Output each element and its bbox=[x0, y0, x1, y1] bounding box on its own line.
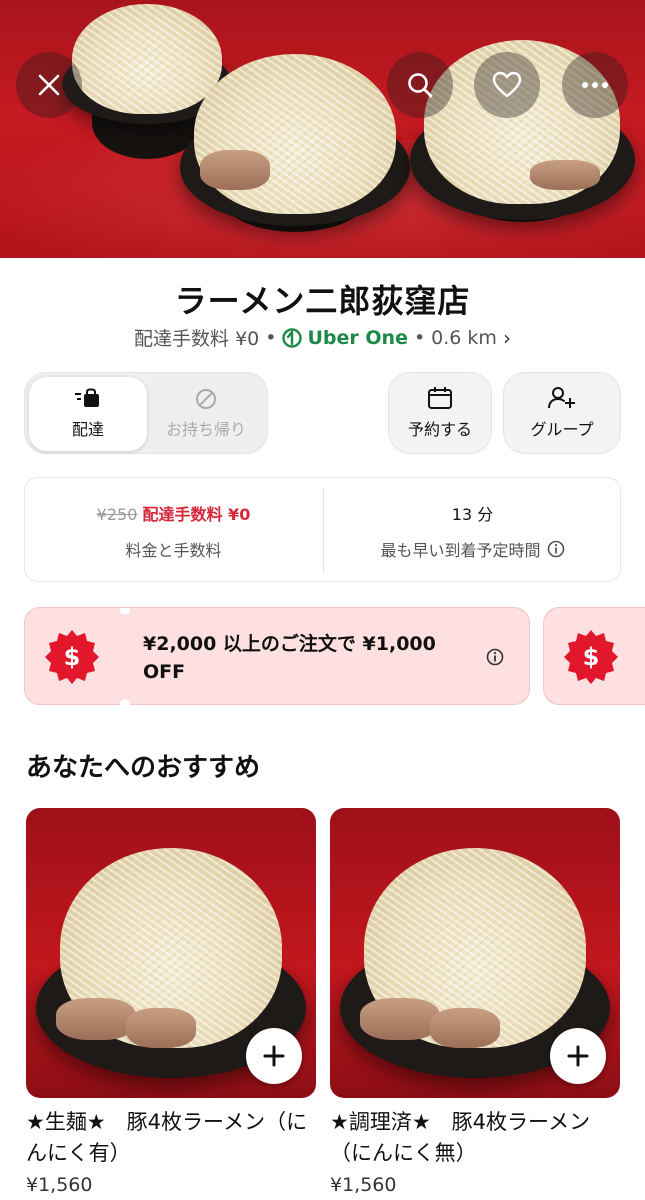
more-icon bbox=[582, 82, 608, 88]
store-name: ラーメン二郎荻窪店 bbox=[174, 282, 471, 320]
recommended-section-title: あなたへのおすすめ bbox=[26, 753, 261, 783]
calendar-icon bbox=[428, 387, 452, 409]
discount-badge-symbol: $ bbox=[582, 643, 600, 671]
favorite-button[interactable] bbox=[474, 52, 540, 118]
menu-item-name[interactable]: ★生麺★ 豚4枚ラーメン（にんにく有） bbox=[26, 1107, 318, 1169]
ticket-notch bbox=[120, 608, 130, 706]
menu-item-price: ¥1,560 bbox=[330, 1174, 397, 1196]
plus-icon bbox=[567, 1045, 589, 1067]
pickup-option-label: お持ち帰り bbox=[165, 420, 246, 439]
search-button[interactable] bbox=[387, 52, 453, 118]
delivery-fee-text: 配達手数料 ¥0 bbox=[134, 328, 260, 350]
menu-item-name[interactable]: ★調理済★ 豚4枚ラーメン（にんにく無） bbox=[330, 1107, 622, 1169]
delivery-option[interactable]: 配達 bbox=[29, 377, 147, 451]
promo-text: ¥2,000 以上のご注文で ¥1,000 OFF bbox=[143, 633, 436, 683]
menu-item-image[interactable] bbox=[26, 808, 316, 1098]
eta-column[interactable]: 13 分 最も早い到着予定時間 bbox=[324, 478, 621, 583]
separator-dot: • bbox=[413, 326, 426, 349]
store-hero-image bbox=[0, 0, 645, 258]
group-label: グループ bbox=[530, 420, 594, 439]
schedule-label: 予約する bbox=[407, 420, 472, 439]
plus-icon bbox=[263, 1045, 285, 1067]
add-person-icon bbox=[548, 387, 575, 409]
fee-column[interactable]: ¥250 配達手数料 ¥0 料金と手数料 bbox=[25, 478, 322, 583]
pickup-option[interactable]: お持ち帰り bbox=[147, 377, 265, 451]
separator-dot: • bbox=[265, 326, 277, 349]
close-button[interactable] bbox=[16, 52, 82, 118]
ramen-bowl-image bbox=[180, 50, 410, 232]
delivery-info-card: ¥250 配達手数料 ¥0 料金と手数料 13 分 最も早い到着予定時間 bbox=[24, 477, 621, 582]
discount-badge-symbol: $ bbox=[63, 643, 81, 671]
uber-one-label: Uber One bbox=[282, 326, 408, 349]
group-order-button[interactable]: グループ bbox=[503, 372, 621, 454]
discounted-fee: 配達手数料 ¥0 bbox=[142, 504, 251, 524]
add-item-button[interactable] bbox=[246, 1028, 302, 1084]
search-icon bbox=[408, 73, 433, 98]
schedule-button[interactable]: 予約する bbox=[388, 372, 492, 454]
unavailable-icon bbox=[196, 389, 216, 409]
info-icon[interactable] bbox=[486, 648, 504, 666]
more-options-button[interactable] bbox=[562, 52, 628, 118]
uber-one-icon bbox=[282, 327, 303, 348]
fee-label: 料金と手数料 bbox=[125, 540, 222, 560]
uber-one-text: Uber One bbox=[307, 326, 408, 349]
distance-text: 0.6 km bbox=[431, 326, 497, 349]
info-icon[interactable] bbox=[547, 540, 565, 558]
store-meta-row[interactable]: 配達手数料 ¥0 • Uber One • 0.6 km › bbox=[0, 324, 645, 351]
close-icon bbox=[38, 74, 60, 96]
delivery-bag-icon bbox=[75, 388, 99, 407]
eta-label-row: 最も早い到着予定時間 bbox=[380, 537, 564, 561]
eta-value: 13 分 bbox=[451, 504, 494, 524]
menu-item-image[interactable] bbox=[330, 808, 620, 1098]
promo-offer-card-next[interactable]: $ bbox=[543, 607, 645, 705]
delivery-mode-toggle: 配達 お持ち帰り bbox=[24, 372, 268, 454]
chevron-right-icon: › bbox=[502, 325, 511, 350]
add-item-button[interactable] bbox=[550, 1028, 606, 1084]
promo-offer-card[interactable]: $ ¥2,000 以上のご注文で ¥1,000 OFF bbox=[24, 607, 530, 706]
heart-icon bbox=[492, 71, 522, 98]
menu-item-price: ¥1,560 bbox=[26, 1174, 93, 1196]
eta-label: 最も早い到着予定時間 bbox=[380, 540, 541, 560]
delivery-option-label: 配達 bbox=[71, 420, 104, 439]
original-fee: ¥250 bbox=[96, 504, 138, 524]
